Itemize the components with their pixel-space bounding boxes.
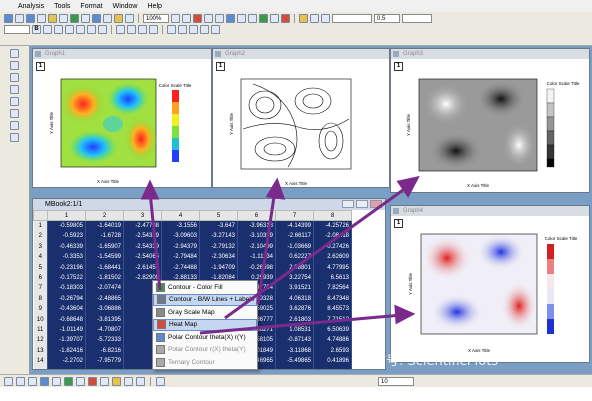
- contour-plot-icon[interactable]: [112, 376, 121, 386]
- template-icon[interactable]: [136, 376, 145, 386]
- annotation-arrows: [140, 175, 420, 335]
- font-size-select[interactable]: 10: [378, 376, 414, 386]
- line-plot-icon[interactable]: [40, 376, 49, 386]
- area-plot-icon[interactable]: [88, 376, 97, 386]
- 3d-plot-icon[interactable]: [100, 376, 109, 386]
- bottom-toolbar: 10: [0, 374, 592, 387]
- font-size-icon[interactable]: [156, 376, 165, 386]
- snap-icon[interactable]: [4, 376, 13, 386]
- scatter-plot-icon[interactable]: [52, 376, 61, 386]
- statistics-plot-icon[interactable]: [124, 376, 133, 386]
- grid-icon[interactable]: [16, 376, 25, 386]
- bar-plot-icon[interactable]: [64, 376, 73, 386]
- column-icon[interactable]: [28, 376, 37, 386]
- watermark: 微信号: ScientificPlots: [360, 354, 499, 369]
- pie-plot-icon[interactable]: [76, 376, 85, 386]
